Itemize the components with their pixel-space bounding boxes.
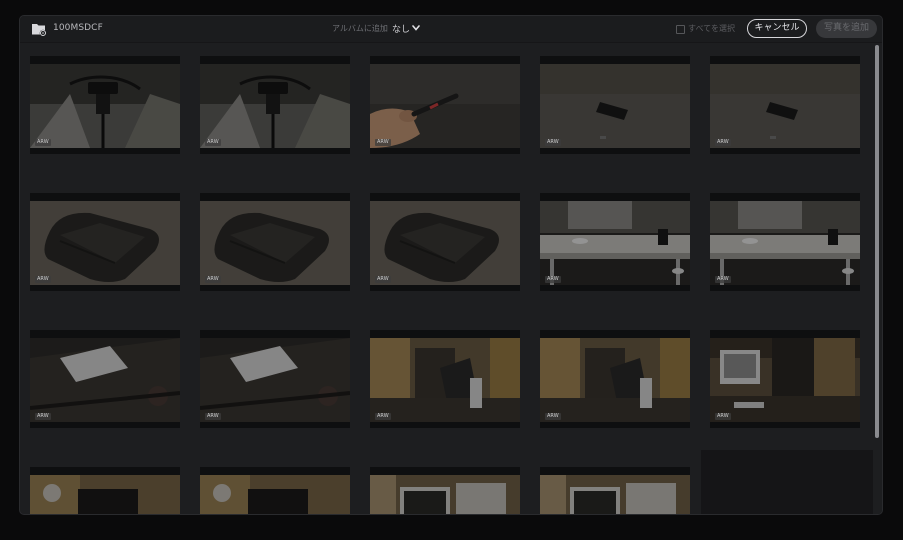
raw-format-badge: ARW <box>205 276 221 283</box>
raw-format-badge: ARW <box>715 276 731 283</box>
scrollbar-thumb[interactable] <box>875 45 879 438</box>
chevron-down-icon[interactable] <box>412 25 420 31</box>
thumbnail-overlay <box>200 330 350 428</box>
raw-format-badge: ARW <box>715 139 731 146</box>
thumbnail-overlay <box>370 193 520 291</box>
thumbnail-overlay <box>30 467 180 514</box>
photo-thumbnail[interactable]: ARW <box>710 330 860 428</box>
folder-icon <box>32 24 47 37</box>
photo-thumbnail[interactable]: ARW <box>540 330 690 428</box>
photo-thumbnail[interactable]: ARW <box>710 193 860 291</box>
select-all-label[interactable]: すべてを選択 <box>688 23 735 34</box>
thumbnail-overlay <box>200 193 350 291</box>
add-to-album-label: アルバムに追加 <box>332 24 388 33</box>
photo-thumbnail[interactable]: ARW <box>200 193 350 291</box>
raw-format-badge: ARW <box>375 413 391 420</box>
raw-format-badge: ARW <box>205 139 221 146</box>
photo-thumbnail[interactable]: ARW <box>30 193 180 291</box>
select-all-checkbox[interactable] <box>676 25 685 34</box>
thumbnail-overlay <box>370 330 520 428</box>
photo-thumbnail[interactable]: ARW <box>540 193 690 291</box>
empty-grid-slot <box>701 450 873 514</box>
raw-format-badge: ARW <box>205 413 221 420</box>
raw-format-badge: ARW <box>545 139 561 146</box>
folder-name[interactable]: 100MSDCF <box>53 23 103 33</box>
cancel-button[interactable]: キャンセル <box>747 19 807 38</box>
thumbnail-overlay <box>370 467 520 514</box>
photo-thumbnail[interactable]: ARW <box>540 56 690 154</box>
thumbnail-overlay <box>370 56 520 154</box>
photo-import-dialog: 100MSDCF アルバムに追加 なし すべてを選択 キャンセル 写真を追加 A… <box>20 16 882 514</box>
thumbnail-overlay <box>200 56 350 154</box>
raw-format-badge: ARW <box>545 276 561 283</box>
thumbnail-overlay <box>540 330 690 428</box>
thumbnail-overlay <box>710 330 860 428</box>
thumbnail-overlay <box>710 56 860 154</box>
add-photos-button[interactable]: 写真を追加 <box>816 19 877 38</box>
photo-thumbnail[interactable]: ARW <box>370 330 520 428</box>
raw-format-badge: ARW <box>715 413 731 420</box>
raw-format-badge: ARW <box>35 413 51 420</box>
thumbnail-overlay <box>30 330 180 428</box>
raw-format-badge: ARW <box>375 139 391 146</box>
photo-thumbnail[interactable]: ARW <box>30 56 180 154</box>
photo-thumbnail[interactable] <box>30 467 180 514</box>
thumbnail-overlay <box>540 56 690 154</box>
raw-format-badge: ARW <box>35 276 51 283</box>
photo-thumbnail[interactable]: ARW <box>370 193 520 291</box>
photo-thumbnail[interactable]: ARW <box>200 56 350 154</box>
thumbnail-overlay <box>710 193 860 291</box>
thumbnail-overlay <box>540 193 690 291</box>
photo-thumbnail[interactable] <box>200 467 350 514</box>
photo-thumbnail[interactable] <box>540 467 690 514</box>
photo-thumbnail[interactable]: ARW <box>370 56 520 154</box>
album-select[interactable]: なし <box>392 22 410 35</box>
thumbnail-overlay <box>30 56 180 154</box>
dialog-toolbar: 100MSDCF アルバムに追加 なし すべてを選択 キャンセル 写真を追加 <box>20 16 882 43</box>
photo-grid: ARW ARW ARW ARW ARW ARW ARW ARW ARW ARW … <box>20 43 873 514</box>
photo-thumbnail[interactable]: ARW <box>30 330 180 428</box>
photo-thumbnail[interactable]: ARW <box>710 56 860 154</box>
raw-format-badge: ARW <box>35 139 51 146</box>
raw-format-badge: ARW <box>545 413 561 420</box>
thumbnail-overlay <box>540 467 690 514</box>
raw-format-badge: ARW <box>375 276 391 283</box>
thumbnail-overlay <box>30 193 180 291</box>
photo-thumbnail[interactable] <box>370 467 520 514</box>
thumbnail-overlay <box>200 467 350 514</box>
photo-thumbnail[interactable]: ARW <box>200 330 350 428</box>
